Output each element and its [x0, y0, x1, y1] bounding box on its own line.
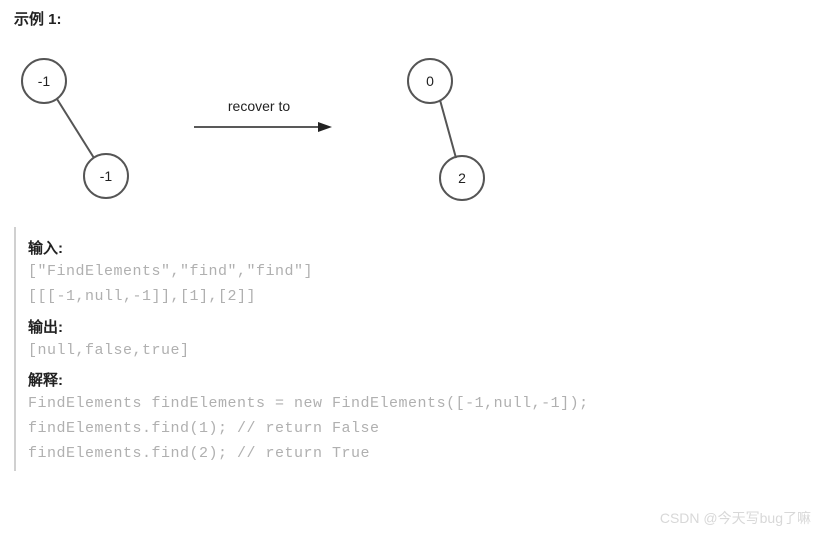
left-child-value: -1 [100, 168, 113, 184]
input-line-2: [[[-1,null,-1]],[1],[2]] [28, 285, 811, 310]
explain-line-3: findElements.find(2); // return True [28, 442, 811, 467]
right-edge [440, 100, 456, 158]
input-label: 输入: [28, 237, 811, 258]
explain-label: 解释: [28, 369, 811, 390]
input-line-1: ["FindElements","find","find"] [28, 260, 811, 285]
watermark: CSDN @今天写bug了嘛 [660, 508, 811, 528]
output-label: 输出: [28, 316, 811, 337]
arrow-label: recover to [228, 98, 290, 114]
diagram-svg: -1 -1 recover to 0 2 [14, 43, 614, 223]
example-heading: 示例 1: [14, 8, 811, 29]
explain-line-1: FindElements findElements = new FindElem… [28, 392, 811, 417]
left-root-value: -1 [38, 73, 51, 89]
arrow-head [318, 122, 332, 132]
explain-line-2: findElements.find(1); // return False [28, 417, 811, 442]
left-edge [57, 99, 94, 158]
example-block: 输入: ["FindElements","find","find"] [[[-1… [14, 227, 811, 471]
right-root-value: 0 [426, 73, 434, 89]
right-child-value: 2 [458, 170, 466, 186]
output-line-1: [null,false,true] [28, 339, 811, 364]
tree-diagram: -1 -1 recover to 0 2 [14, 43, 811, 223]
